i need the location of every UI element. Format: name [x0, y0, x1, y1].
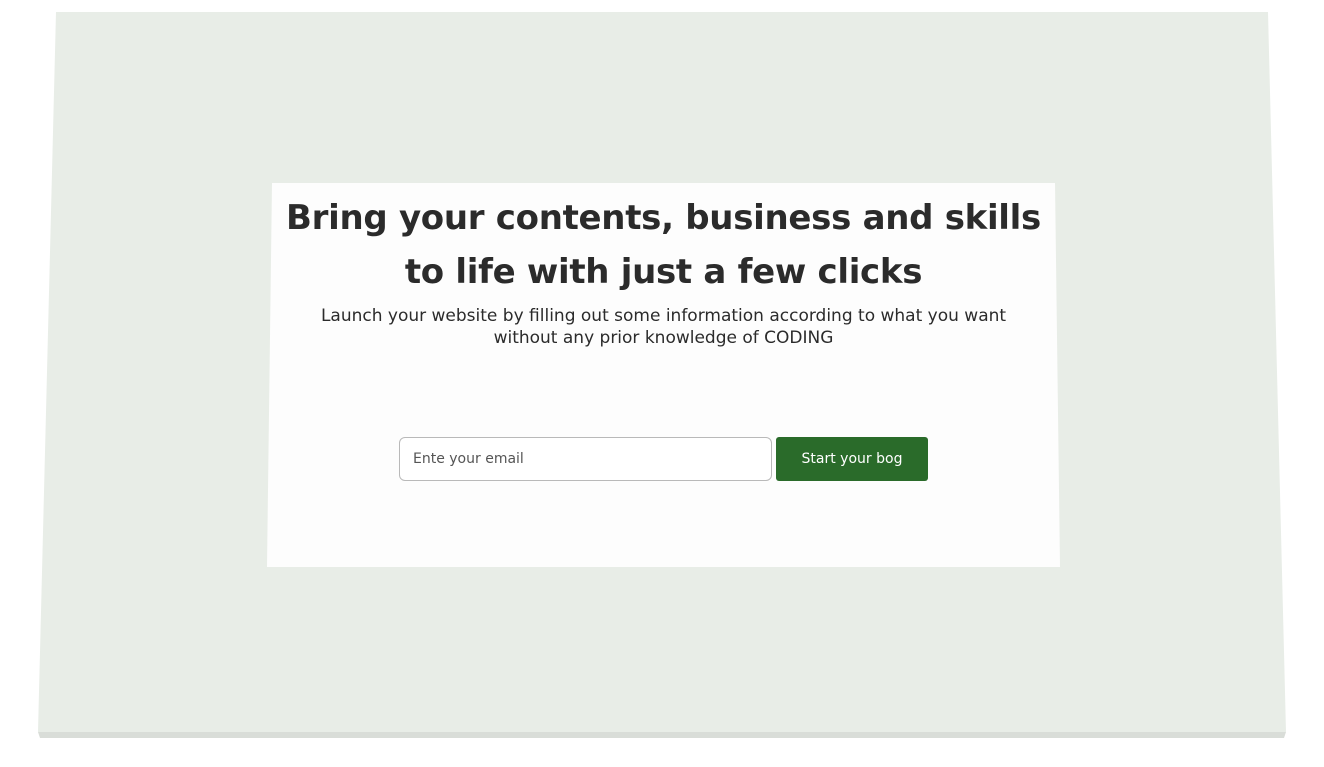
start-blog-button[interactable]: Start your bog [776, 437, 928, 481]
hero-section: Bring your contents, business and skills… [267, 183, 1060, 567]
hero-subtext: Launch your website by filling out some … [320, 306, 1007, 348]
hero-headline: Bring your contents, business and skills… [286, 198, 1041, 292]
email-input[interactable] [399, 437, 772, 481]
signup-form: Start your bog [399, 437, 928, 481]
page-stage: Bring your contents, business and skills… [0, 0, 1324, 767]
